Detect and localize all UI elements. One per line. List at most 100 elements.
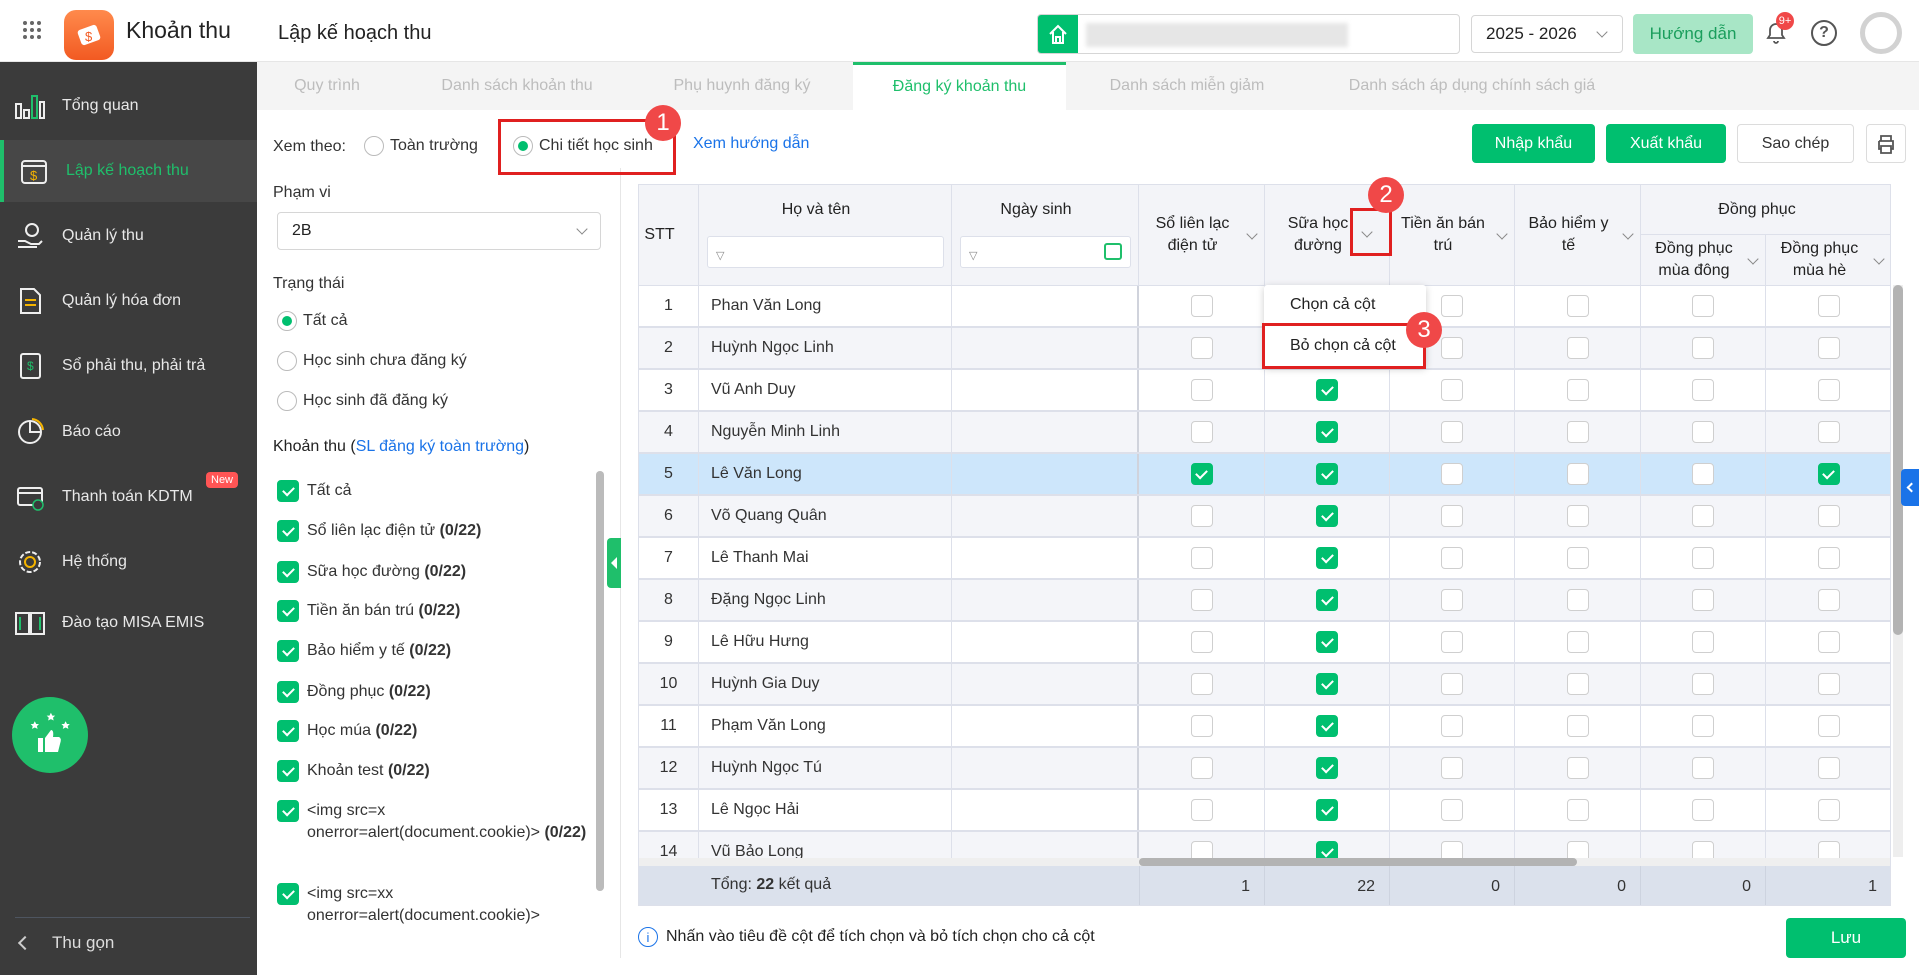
fee-checkbox-item[interactable]: Sữa học đường (0/22) — [277, 561, 597, 583]
home-icon[interactable] — [1038, 15, 1078, 53]
scrollbar-thumb[interactable] — [1893, 285, 1903, 635]
scope-select[interactable]: 2B — [277, 212, 601, 250]
checkbox-checked-icon[interactable] — [1316, 673, 1338, 695]
checkbox-checked-icon[interactable] — [1316, 631, 1338, 653]
checkbox-icon[interactable] — [1190, 841, 1213, 858]
scrollbar-thumb[interactable] — [1139, 858, 1577, 866]
checkbox-icon[interactable] — [1692, 673, 1714, 695]
column-header-name[interactable]: Họ và tên ▽ — [699, 185, 952, 286]
tab-phu-huynh-dang-ky[interactable]: Phụ huynh đăng ký — [647, 62, 837, 110]
table-row[interactable]: 5 Lê Văn Long — [639, 454, 1890, 496]
checkbox-icon[interactable] — [1692, 505, 1714, 527]
checkbox-icon[interactable] — [1441, 589, 1463, 611]
checkbox-icon[interactable] — [1441, 505, 1463, 527]
checkbox-checked-icon[interactable] — [1316, 715, 1338, 737]
checkbox-icon[interactable] — [1566, 631, 1589, 653]
sidebar-item-0[interactable]: Tổng quan — [0, 75, 257, 137]
copy-button[interactable]: Sao chép — [1737, 124, 1854, 163]
checkbox-icon[interactable] — [1441, 337, 1463, 359]
checkbox-checked-icon[interactable] — [277, 480, 299, 502]
column-header-2[interactable]: Tiền ăn bán trú — [1390, 185, 1515, 286]
checkbox-icon[interactable] — [1817, 673, 1840, 695]
checkbox-checked-icon[interactable] — [1316, 799, 1338, 821]
sidebar-item-4[interactable]: $ Sổ phải thu, phải trả — [0, 335, 257, 397]
checkbox-icon[interactable] — [1190, 505, 1213, 527]
checkbox-icon[interactable] — [1566, 589, 1589, 611]
checkbox-icon[interactable] — [1190, 715, 1213, 737]
import-button[interactable]: Nhập khẩu — [1472, 124, 1595, 163]
checkbox-icon[interactable] — [1566, 379, 1589, 401]
sidebar-item-7[interactable]: Hệ thống — [0, 531, 257, 593]
checkbox-icon[interactable] — [1566, 841, 1589, 858]
checkbox-checked-icon[interactable] — [1190, 463, 1213, 485]
school-year-select[interactable]: 2025 - 2026 — [1471, 15, 1623, 53]
guide-button[interactable]: Hướng dẫn — [1633, 14, 1753, 54]
table-row[interactable]: 6 Võ Quang Quân — [639, 496, 1890, 538]
fees-school-count-link[interactable]: SL đăng ký toàn trường — [356, 438, 524, 455]
fee-checkbox-item[interactable]: Bảo hiểm y tế (0/22) — [277, 640, 597, 662]
checkbox-icon[interactable] — [1817, 757, 1840, 779]
checkbox-icon[interactable] — [1190, 799, 1213, 821]
checkbox-icon[interactable] — [1692, 379, 1714, 401]
tab-danh-sach-ap-dung-chinh-sach-gia[interactable]: Danh sách áp dụng chính sách giá — [1317, 62, 1627, 110]
column-header-4[interactable]: Đồng phục mùa đông — [1641, 235, 1766, 286]
fee-checkbox-item[interactable]: Khoản test (0/22) — [277, 760, 597, 782]
status-radio-unregistered[interactable]: Học sinh chưa đăng ký — [277, 351, 467, 371]
collapse-panel-handle[interactable] — [607, 538, 621, 588]
checkbox-icon[interactable] — [1817, 505, 1840, 527]
calendar-icon[interactable] — [1104, 243, 1122, 260]
checkbox-icon[interactable] — [1817, 547, 1840, 569]
checkbox-checked-icon[interactable] — [277, 600, 299, 622]
tab-danh-sach-khoan-thu[interactable]: Danh sách khoản thu — [417, 62, 617, 110]
fee-list-scrollbar[interactable] — [596, 471, 604, 891]
checkbox-icon[interactable] — [1817, 295, 1840, 317]
feedback-thumbs-up-icon[interactable] — [12, 697, 88, 773]
checkbox-icon[interactable] — [1817, 715, 1840, 737]
table-row[interactable]: 11 Phạm Văn Long — [639, 706, 1890, 748]
checkbox-checked-icon[interactable] — [277, 883, 299, 905]
table-row[interactable]: 14 Vũ Bảo Long — [639, 832, 1890, 858]
checkbox-icon[interactable] — [1566, 799, 1589, 821]
vertical-scrollbar[interactable] — [1893, 285, 1903, 857]
checkbox-checked-icon[interactable] — [1316, 757, 1338, 779]
checkbox-icon[interactable] — [1692, 841, 1714, 858]
checkbox-checked-icon[interactable] — [1316, 463, 1338, 485]
checkbox-icon[interactable] — [1692, 757, 1714, 779]
dob-filter-input[interactable]: ▽ — [960, 236, 1131, 268]
status-radio-all[interactable]: Tất cả — [277, 311, 347, 331]
checkbox-checked-icon[interactable] — [277, 561, 299, 583]
checkbox-checked-icon[interactable] — [1316, 589, 1338, 611]
checkbox-icon[interactable] — [1566, 673, 1589, 695]
sidebar-item-6[interactable]: Thanh toán KDTM New — [0, 466, 257, 528]
checkbox-icon[interactable] — [1692, 463, 1714, 485]
checkbox-icon[interactable] — [1441, 421, 1463, 443]
fee-checkbox-item[interactable]: <img src=xx onerror=alert(document.cooki… — [277, 883, 597, 927]
table-row[interactable]: 12 Huỳnh Ngọc Tú — [639, 748, 1890, 790]
checkbox-checked-icon[interactable] — [1316, 505, 1338, 527]
fee-checkbox-item[interactable]: Đồng phục (0/22) — [277, 681, 597, 703]
column-header-3[interactable]: Bảo hiểm y tế — [1515, 185, 1641, 286]
checkbox-icon[interactable] — [1441, 757, 1463, 779]
menu-select-all-column[interactable]: Chọn cả cột — [1264, 285, 1426, 325]
print-button[interactable] — [1866, 124, 1906, 163]
checkbox-icon[interactable] — [1692, 799, 1714, 821]
checkbox-icon[interactable] — [1441, 715, 1463, 737]
checkbox-icon[interactable] — [1441, 799, 1463, 821]
checkbox-icon[interactable] — [1692, 295, 1714, 317]
table-row[interactable]: 10 Huỳnh Gia Duy — [639, 664, 1890, 706]
tab-danh-sach-mien-giam[interactable]: Danh sách miễn giảm — [1087, 62, 1287, 110]
checkbox-checked-icon[interactable] — [277, 800, 299, 822]
checkbox-icon[interactable] — [1692, 547, 1714, 569]
avatar[interactable] — [1860, 12, 1902, 54]
checkbox-icon[interactable] — [1441, 379, 1463, 401]
checkbox-icon[interactable] — [1817, 379, 1840, 401]
checkbox-icon[interactable] — [1566, 757, 1589, 779]
scrollbar-thumb[interactable] — [596, 471, 604, 891]
checkbox-icon[interactable] — [1692, 337, 1714, 359]
checkbox-checked-icon[interactable] — [277, 760, 299, 782]
checkbox-checked-icon[interactable] — [1817, 463, 1840, 485]
checkbox-icon[interactable] — [1692, 631, 1714, 653]
checkbox-icon[interactable] — [1566, 337, 1589, 359]
table-row[interactable]: 3 Vũ Anh Duy — [639, 370, 1890, 412]
checkbox-icon[interactable] — [1566, 421, 1589, 443]
